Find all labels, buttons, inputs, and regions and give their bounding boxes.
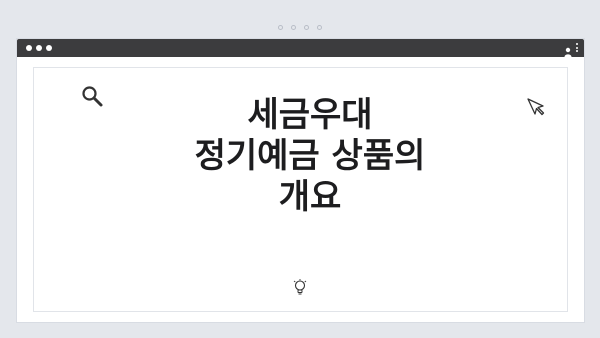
browser-menu-area [564, 42, 578, 57]
browser-titlebar [17, 39, 584, 57]
lightbulb-icon [293, 279, 307, 295]
window-dot-icon[interactable] [46, 45, 52, 51]
page-title: 세금우대 정기예금 상품의 개요 [160, 95, 460, 218]
cursor-arrow-icon [526, 97, 546, 117]
kebab-menu-icon[interactable] [576, 42, 578, 52]
pagination-dot[interactable] [291, 25, 296, 30]
window-dot-icon[interactable] [36, 45, 42, 51]
pagination-dot[interactable] [304, 25, 309, 30]
slide-canvas: 세금우대 정기예금 상품의 개요 [0, 0, 600, 338]
title-line: 정기예금 상품의 [194, 136, 426, 176]
pagination-dot[interactable] [317, 25, 322, 30]
window-dot-icon[interactable] [26, 45, 32, 51]
profile-icon[interactable] [564, 42, 572, 57]
pagination-dot[interactable] [278, 25, 283, 30]
title-line: 개요 [278, 177, 342, 217]
window-controls [26, 45, 52, 51]
search-icon [80, 84, 104, 108]
pagination-dots [0, 25, 600, 30]
title-line: 세금우대 [247, 95, 373, 135]
